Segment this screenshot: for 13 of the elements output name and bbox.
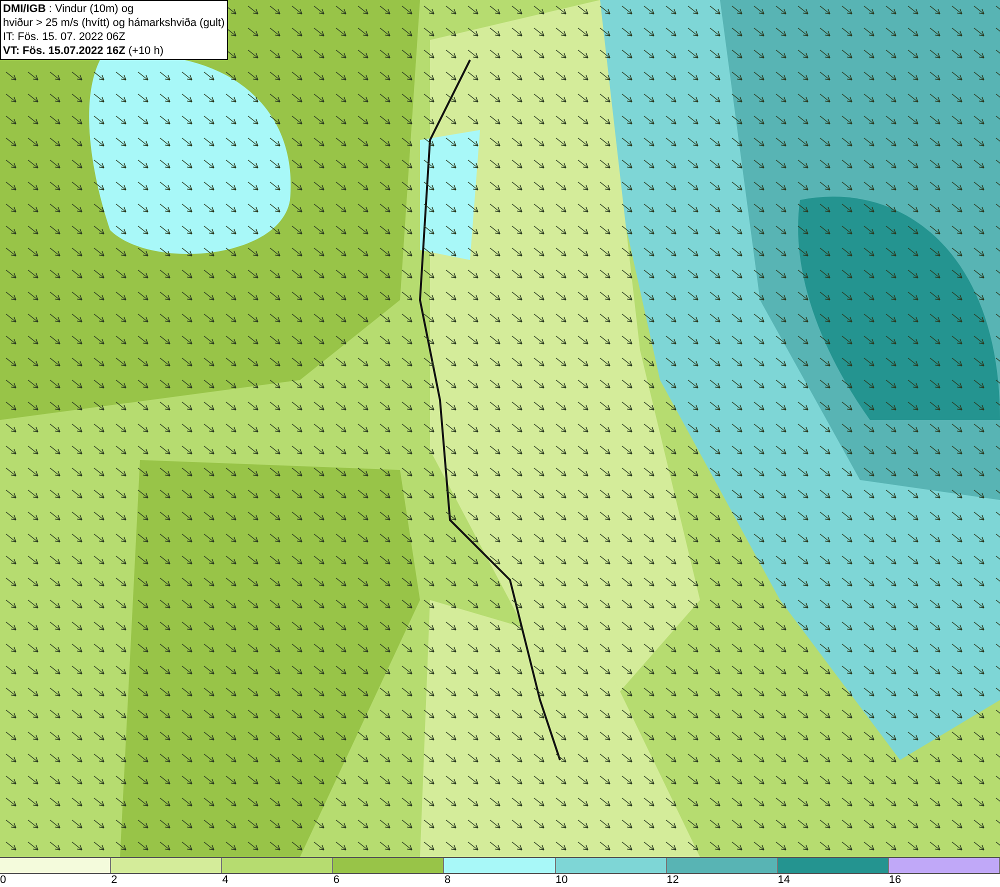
legend-label: 10 (556, 874, 568, 887)
legend-label: 8 (444, 874, 451, 887)
legend-label: 6 (333, 874, 340, 887)
caption-line: hviður > 25 m/s (hvítt) og hámarkshviða (gult) (3, 16, 225, 30)
legend-label: 4 (222, 874, 228, 887)
caption-line: IT: Fös. 15. 07. 2022 06Z (3, 30, 126, 44)
caption-line: DMI/IGB : Vindur (10m) og (3, 2, 135, 16)
legend-label: 12 (666, 874, 679, 887)
caption-line: VT: Fös. 15.07.2022 16Z (+10 h) (3, 44, 165, 58)
legend-label: 2 (111, 874, 118, 887)
legend-label: 0 (0, 874, 6, 887)
legend-label: 16 (888, 874, 902, 887)
legend-label: 14 (778, 874, 790, 887)
